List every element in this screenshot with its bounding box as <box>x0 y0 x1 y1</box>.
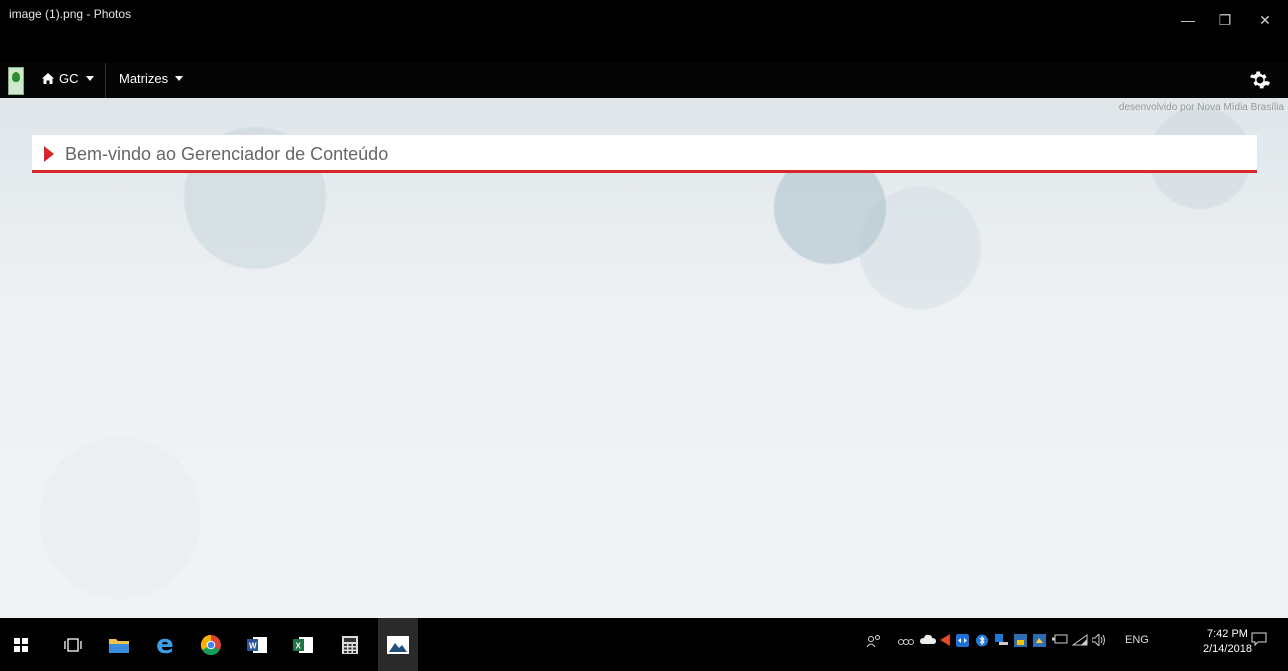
welcome-heading: Bem-vindo ao Gerenciador de Conteúdo <box>65 144 389 164</box>
task-view-icon[interactable] <box>60 632 86 658</box>
nav-matrizes-dropdown[interactable]: Matrizes <box>119 71 184 86</box>
nav-divider <box>105 63 106 98</box>
onedrive-icon[interactable] <box>920 634 936 647</box>
clock-time: 7:42 PM <box>1206 628 1248 640</box>
home-icon <box>42 73 54 84</box>
logo-icon[interactable] <box>8 67 24 95</box>
word-icon[interactable]: W <box>244 632 270 658</box>
skype-business-icon[interactable] <box>995 634 1008 650</box>
teamviewer-icon[interactable] <box>956 634 969 650</box>
people-icon[interactable] <box>866 634 882 651</box>
welcome-panel: Bem-vindo ao Gerenciador de Conteúdo <box>32 135 1257 173</box>
chevron-down-icon <box>85 76 94 81</box>
app-navbar: GC Matrizes <box>0 63 1288 98</box>
notifications-icon[interactable] <box>1251 632 1267 649</box>
bluetooth-icon[interactable] <box>976 634 988 650</box>
clock-date: 2/14/2018 <box>1203 643 1252 655</box>
chrome-icon[interactable] <box>198 632 224 658</box>
volume-icon[interactable] <box>1091 632 1108 649</box>
excel-icon[interactable]: X <box>290 632 316 658</box>
wifi-icon[interactable] <box>1071 634 1088 649</box>
close-button[interactable]: ✕ <box>1248 0 1282 40</box>
language-indicator[interactable]: ENG <box>1125 634 1149 646</box>
battery-icon[interactable] <box>1052 634 1068 647</box>
nav-home-label: GC <box>59 71 79 86</box>
file-explorer-icon[interactable] <box>106 632 132 658</box>
windows-taskbar: e W X ENG 7:42 PM 2/14/2018 <box>0 618 1288 671</box>
arrow-right-icon <box>44 146 54 162</box>
window-title: image (1).png - Photos <box>9 7 132 21</box>
sync-icon[interactable] <box>1033 634 1046 650</box>
restore-button[interactable]: ❐ <box>1208 0 1242 40</box>
photos-icon[interactable] <box>385 632 411 658</box>
window-title-bar: image (1).png - Photos — ❐ ✕ <box>0 0 1288 40</box>
security-icon[interactable] <box>1014 634 1027 650</box>
system-clock[interactable]: 7:42 PM 2/14/2018 <box>1203 627 1252 657</box>
svg-text:X: X <box>296 642 302 651</box>
network-devices-icon[interactable] <box>898 634 914 649</box>
main-content: desenvolvido por Nova Mídia Brasília Bem… <box>0 98 1288 618</box>
minimize-button[interactable]: — <box>1171 0 1205 40</box>
start-icon[interactable] <box>8 632 34 658</box>
developer-credit[interactable]: desenvolvido por Nova Mídia Brasília <box>1119 102 1284 113</box>
nav-home-dropdown[interactable]: GC <box>42 71 94 86</box>
gear-icon[interactable] <box>1249 69 1271 91</box>
app-tray-icon[interactable] <box>940 634 950 649</box>
chevron-down-icon <box>175 76 184 81</box>
edge-icon[interactable]: e <box>152 632 178 658</box>
svg-text:W: W <box>249 642 257 651</box>
nav-matrizes-label: Matrizes <box>119 71 169 86</box>
calculator-icon[interactable] <box>337 632 363 658</box>
